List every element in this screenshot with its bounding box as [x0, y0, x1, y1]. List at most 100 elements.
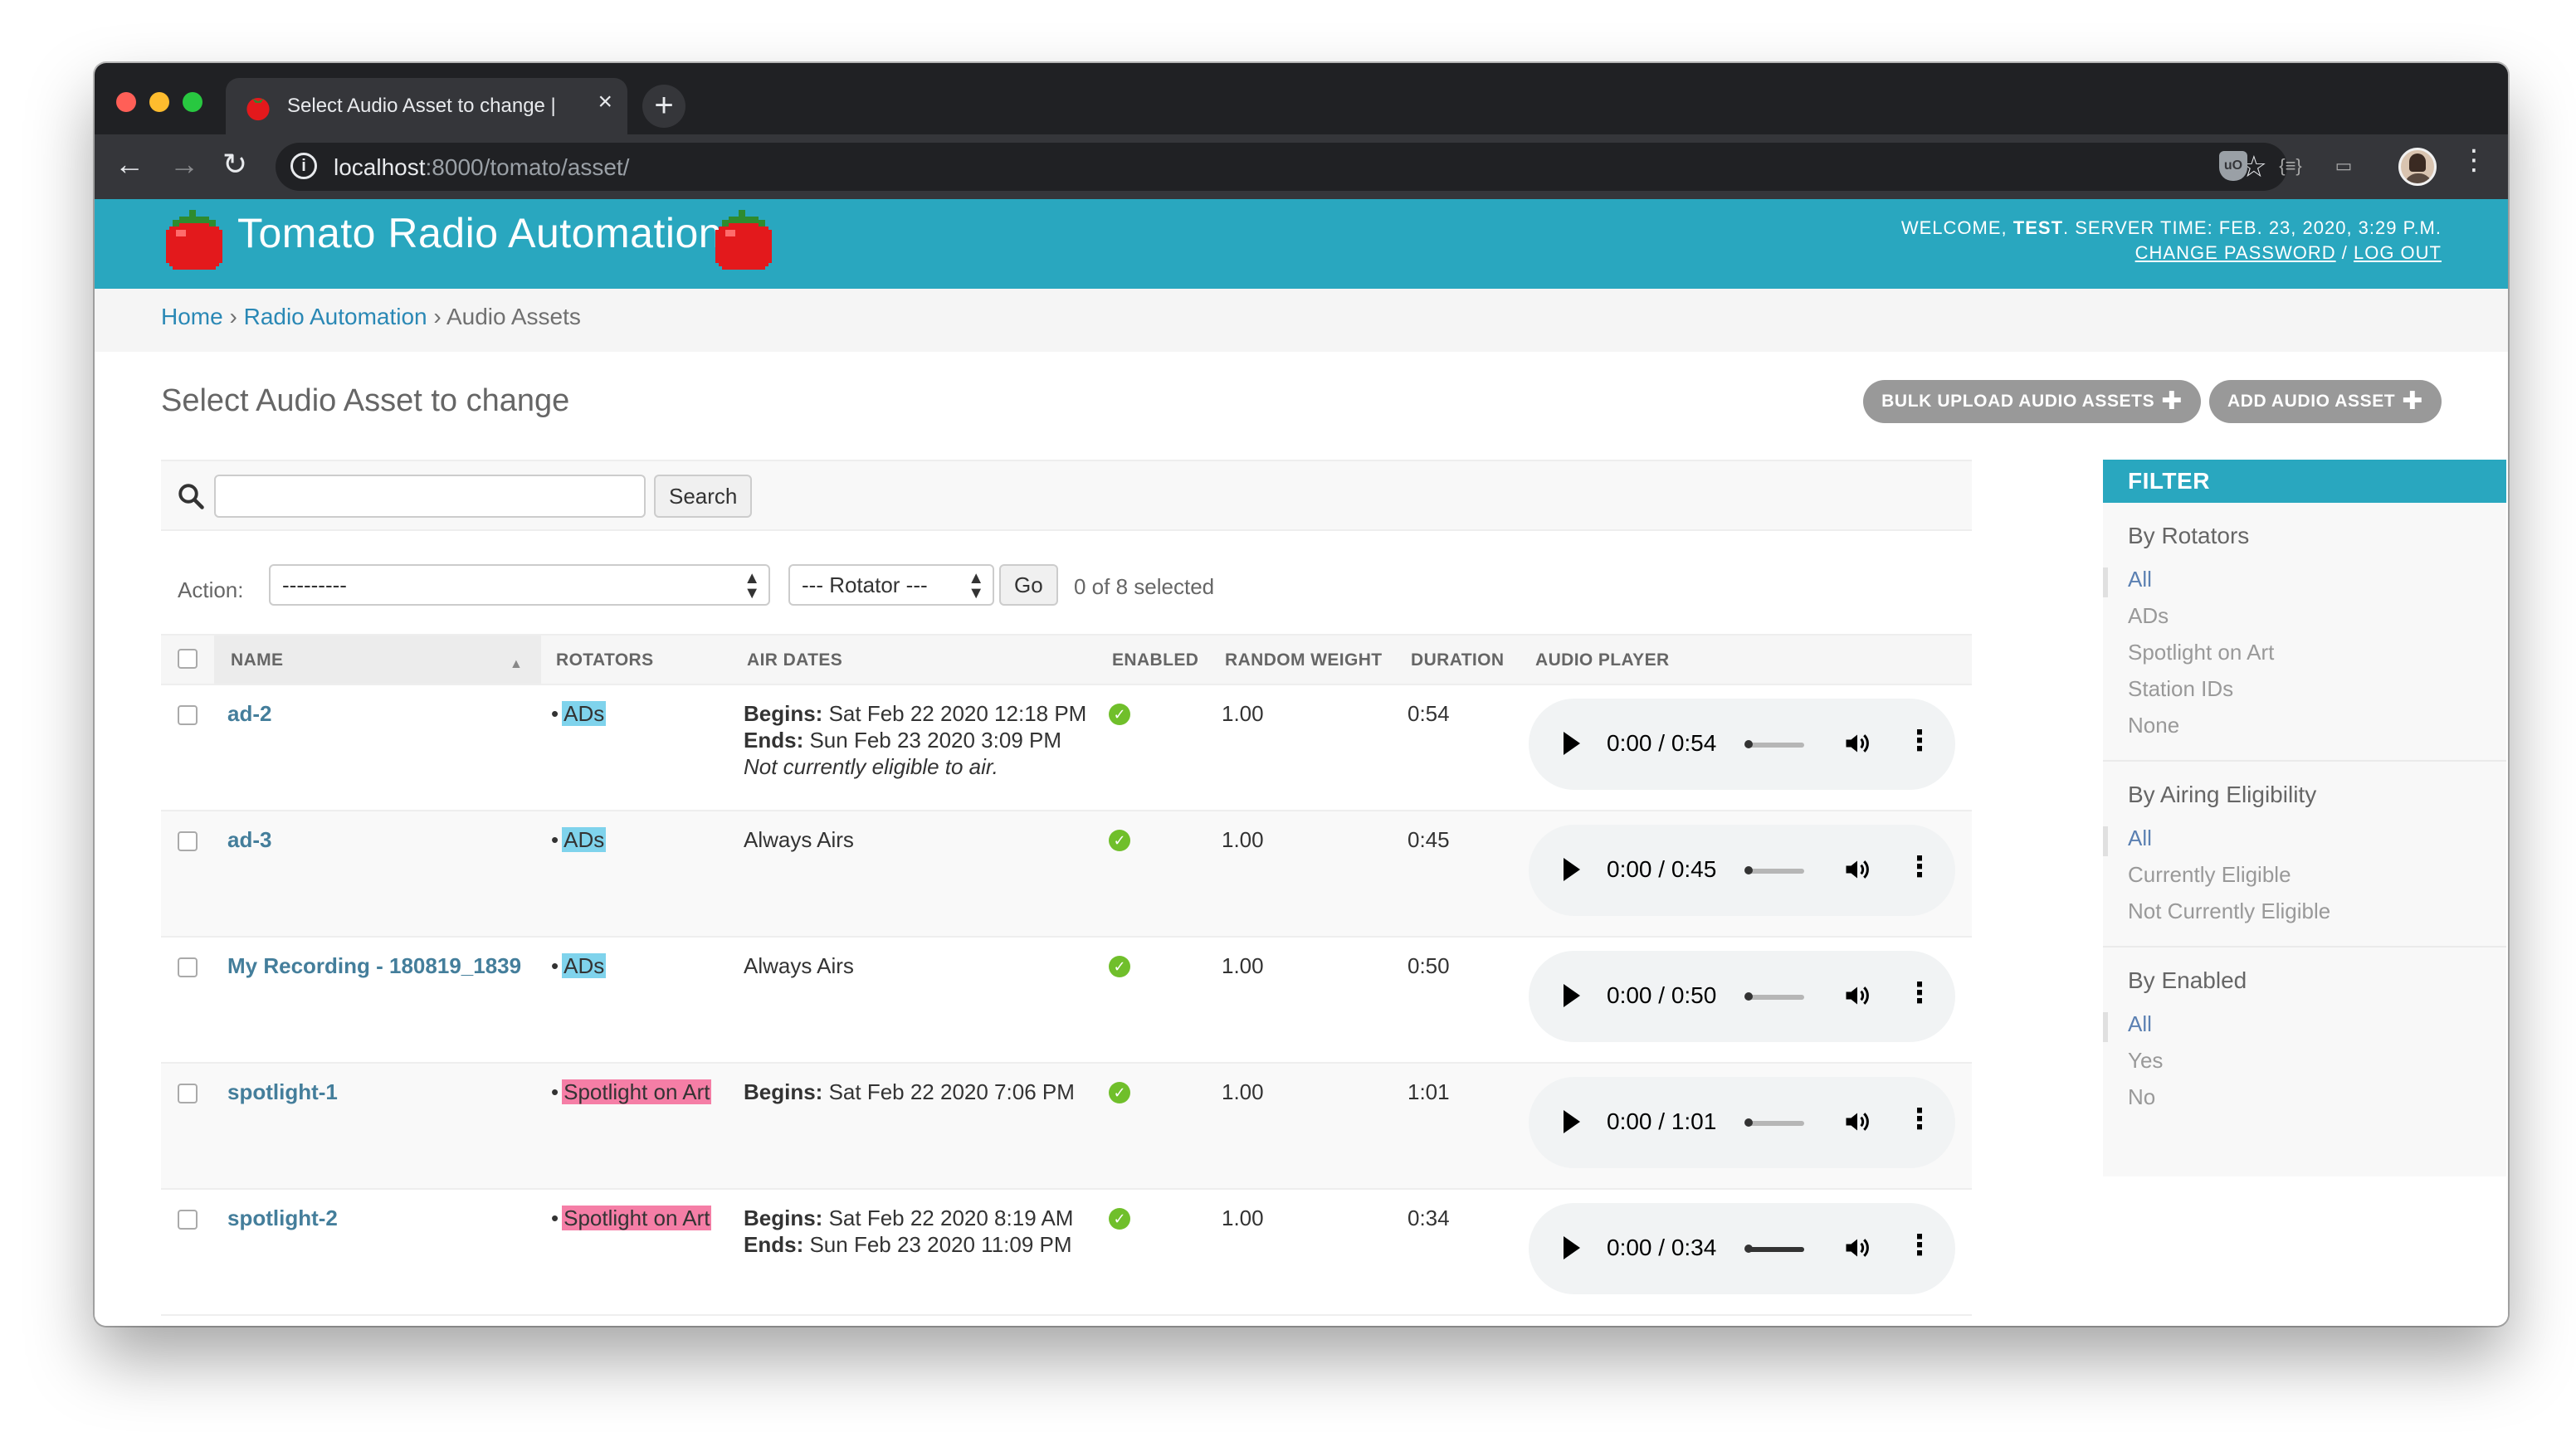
audio-player[interactable]: 0:00 / 0:50 ⋮: [1529, 951, 1955, 1042]
rotator-select[interactable]: --- Rotator --- ▲ ▼: [788, 564, 994, 606]
address-bar[interactable]: i localhost:8000/tomato/asset/ ☆: [276, 143, 2287, 191]
forward-button[interactable]: →: [169, 149, 199, 179]
seek-knob[interactable]: [1744, 1245, 1753, 1253]
column-header-name[interactable]: NAME: [231, 650, 283, 670]
volume-icon[interactable]: [1842, 981, 1872, 1011]
row-checkbox[interactable]: [178, 831, 198, 851]
asset-name-link[interactable]: ad-3: [227, 826, 271, 853]
log-out-link[interactable]: LOG OUT: [2354, 242, 2442, 263]
close-tab-icon[interactable]: ×: [598, 90, 612, 114]
more-options-icon[interactable]: ⋮: [1905, 979, 1934, 1007]
seek-knob[interactable]: [1744, 866, 1753, 874]
profile-avatar[interactable]: [2398, 148, 2437, 186]
site-info-icon[interactable]: i: [290, 153, 317, 179]
volume-icon[interactable]: [1842, 1107, 1872, 1137]
seek-bar[interactable]: [1746, 995, 1804, 1000]
more-options-icon[interactable]: ⋮: [1905, 1105, 1934, 1133]
filter-option[interactable]: All: [2128, 561, 2481, 597]
random-weight: 1.00: [1222, 1206, 1264, 1230]
more-options-icon[interactable]: ⋮: [1905, 1231, 1934, 1259]
cast-extension-icon[interactable]: ▭: [2327, 151, 2360, 181]
new-tab-button[interactable]: +: [642, 85, 685, 128]
rotator-badge: ADs: [562, 701, 607, 726]
seek-bar[interactable]: [1746, 869, 1804, 874]
seek-knob[interactable]: [1744, 992, 1753, 1001]
asset-name-link[interactable]: My Recording - 180819_1839: [227, 952, 521, 979]
ends-value: Sun Feb 23 2020 3:09 PM: [803, 728, 1062, 753]
play-icon[interactable]: [1564, 1110, 1580, 1133]
filter-option[interactable]: Yes: [2128, 1042, 2481, 1079]
play-icon[interactable]: [1564, 732, 1580, 755]
column-header-duration: DURATION: [1411, 650, 1505, 670]
ublock-extension-icon[interactable]: uO: [2219, 151, 2247, 181]
action-select[interactable]: --------- ▲ ▼: [269, 564, 770, 606]
asset-name-link[interactable]: ad-2: [227, 700, 271, 727]
filter-option[interactable]: None: [2128, 707, 2481, 743]
filter-option[interactable]: No: [2128, 1079, 2481, 1115]
seek-bar[interactable]: [1746, 743, 1804, 748]
browser-menu-icon[interactable]: ⋮: [2460, 146, 2488, 174]
reload-button[interactable]: ↻: [222, 149, 247, 179]
search-input[interactable]: [214, 475, 646, 518]
row-checkbox[interactable]: [178, 1084, 198, 1103]
random-weight: 1.00: [1222, 1079, 1264, 1104]
asset-name[interactable]: ad-3: [227, 827, 271, 852]
add-audio-asset-button[interactable]: ADD AUDIO ASSET ✚: [2208, 380, 2442, 423]
asset-name[interactable]: spotlight-2: [227, 1206, 338, 1230]
json-extension-icon[interactable]: {≡}: [2274, 151, 2307, 181]
asset-name-link[interactable]: spotlight-1: [227, 1079, 338, 1105]
asset-name[interactable]: spotlight-1: [227, 1079, 338, 1104]
filter-option[interactable]: All: [2128, 820, 2481, 856]
audio-player[interactable]: 0:00 / 0:45 ⋮: [1529, 825, 1955, 916]
table-row: My Recording - 180819_1839 • ADs Always A…: [161, 938, 1972, 1064]
play-icon[interactable]: [1564, 858, 1580, 881]
audio-player[interactable]: 0:00 / 0:54 ⋮: [1529, 699, 1955, 790]
change-password-link[interactable]: CHANGE PASSWORD: [2135, 242, 2336, 263]
volume-icon[interactable]: [1842, 1233, 1872, 1263]
row-checkbox[interactable]: [178, 957, 198, 977]
volume-icon[interactable]: [1842, 728, 1872, 758]
back-button[interactable]: ←: [115, 149, 144, 179]
zoom-window-button[interactable]: [183, 92, 202, 112]
select-all-checkbox[interactable]: [178, 649, 198, 669]
row-checkbox[interactable]: [178, 705, 198, 725]
volume-icon[interactable]: [1842, 855, 1872, 884]
audio-player[interactable]: 0:00 / 0:34 ⋮: [1529, 1203, 1955, 1294]
more-options-icon[interactable]: ⋮: [1905, 853, 1934, 881]
play-icon[interactable]: [1564, 984, 1580, 1007]
bulk-upload-button[interactable]: BULK UPLOAD AUDIO ASSETS ✚: [1863, 380, 2201, 423]
filter-option[interactable]: Not Currently Eligible: [2128, 893, 2481, 929]
asset-name[interactable]: My Recording - 180819_1839: [227, 953, 521, 978]
seek-knob[interactable]: [1744, 740, 1753, 748]
audio-player[interactable]: 0:00 / 1:01 ⋮: [1529, 1077, 1955, 1168]
browser-tab[interactable]: Select Audio Asset to change | ×: [226, 78, 627, 134]
filter-option[interactable]: ADs: [2128, 597, 2481, 634]
seek-knob[interactable]: [1744, 1118, 1753, 1127]
ends-value: Sun Feb 23 2020 11:09 PM: [803, 1232, 1072, 1257]
more-options-icon[interactable]: ⋮: [1905, 727, 1934, 755]
search-button[interactable]: Search: [654, 475, 753, 518]
link-separator: /: [2341, 242, 2348, 263]
column-header-rotators: ROTATORS: [556, 650, 654, 670]
asset-name-link[interactable]: spotlight-2: [227, 1205, 338, 1231]
filter-option[interactable]: All: [2128, 1006, 2481, 1042]
close-window-button[interactable]: [116, 92, 136, 112]
filter-option[interactable]: Spotlight on Art: [2128, 634, 2481, 670]
go-button[interactable]: Go: [999, 564, 1058, 606]
ends-line: Ends: Sun Feb 23 2020 11:09 PM: [744, 1231, 1073, 1258]
asset-name[interactable]: ad-2: [227, 701, 271, 726]
search-icon: [178, 484, 204, 509]
minimize-window-button[interactable]: [149, 92, 169, 112]
filter-option[interactable]: Station IDs: [2128, 670, 2481, 707]
row-checkbox[interactable]: [178, 1210, 198, 1230]
seek-bar[interactable]: [1746, 1247, 1804, 1252]
sort-ascending-icon[interactable]: ▲: [510, 657, 523, 672]
site-brand[interactable]: Tomato Radio Automation: [237, 209, 722, 257]
breadcrumb-home[interactable]: Home: [161, 304, 223, 329]
breadcrumb-app[interactable]: Radio Automation: [244, 304, 427, 329]
filter-option[interactable]: Currently Eligible: [2128, 856, 2481, 893]
selection-counter: 0 of 8 selected: [1074, 574, 1215, 599]
seek-bar[interactable]: [1746, 1121, 1804, 1126]
column-header-audio-player: AUDIO PLAYER: [1535, 650, 1670, 670]
play-icon[interactable]: [1564, 1236, 1580, 1259]
